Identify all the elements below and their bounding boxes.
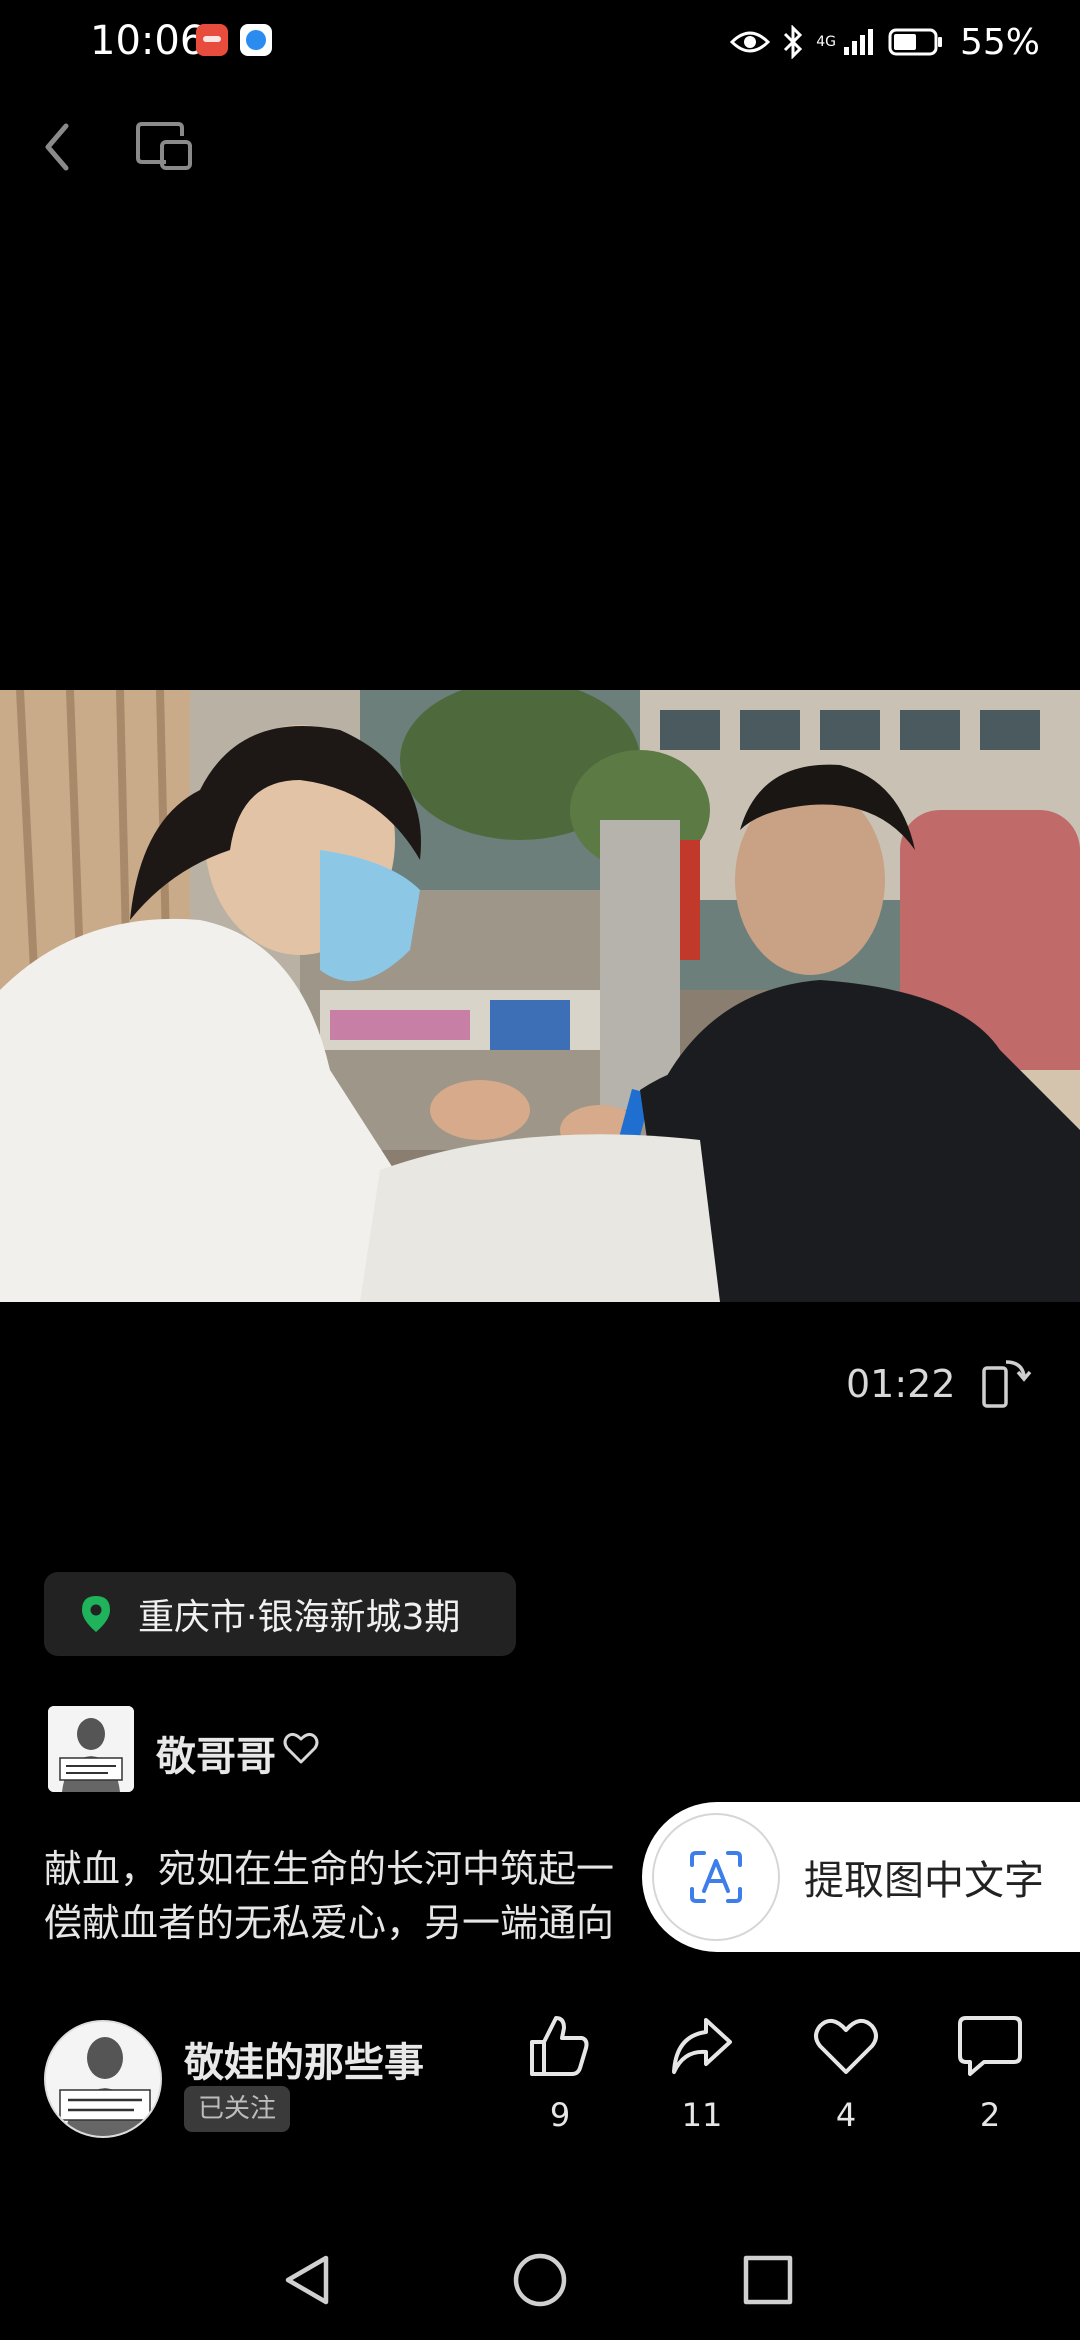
eye-comfort-icon bbox=[730, 31, 771, 53]
comment-bubble-icon bbox=[958, 2016, 1022, 2076]
video-player[interactable] bbox=[0, 680, 1080, 1302]
bluetooth-icon bbox=[784, 25, 803, 59]
screen-cast-button[interactable] bbox=[132, 114, 196, 178]
account-name[interactable]: 敬娃的那些事 bbox=[184, 2030, 424, 2088]
square-recents-icon bbox=[743, 2255, 793, 2305]
text-scan-icon bbox=[690, 1851, 742, 1903]
author-avatar[interactable] bbox=[48, 1706, 134, 1792]
network-type-label: 4G bbox=[816, 34, 836, 50]
account-avatar[interactable] bbox=[44, 2020, 162, 2138]
screen-cast-icon bbox=[136, 122, 192, 170]
favorite-button[interactable]: 4 bbox=[796, 2010, 896, 2134]
circle-home-icon bbox=[513, 2253, 567, 2307]
rotate-screen-icon bbox=[982, 1360, 1032, 1408]
followed-badge[interactable]: 已关注 bbox=[184, 2086, 291, 2132]
status-time: 10:06 bbox=[90, 18, 206, 64]
share-arrow-icon bbox=[672, 2018, 732, 2074]
location-text: 重庆市·银海新城3期 bbox=[138, 1597, 461, 1638]
battery-percent: 55% bbox=[959, 21, 1040, 63]
follow-heart-button[interactable] bbox=[282, 1730, 320, 1766]
share-button[interactable]: 11 bbox=[652, 2010, 752, 2134]
comment-count: 2 bbox=[979, 2096, 1001, 2134]
heart-outline-icon bbox=[283, 1732, 319, 1764]
share-count: 11 bbox=[681, 2096, 723, 2134]
status-bar: 10:06 4G 55% bbox=[0, 0, 1080, 84]
heart-icon bbox=[814, 2018, 878, 2074]
ocr-icon-circle bbox=[652, 1813, 780, 1941]
location-pin-icon bbox=[82, 1596, 110, 1632]
nav-recents-button[interactable] bbox=[738, 2250, 798, 2310]
back-button[interactable] bbox=[30, 112, 90, 182]
like-button[interactable]: 9 bbox=[510, 2010, 610, 2134]
signal-icon bbox=[843, 29, 873, 55]
app-notification-icon bbox=[196, 24, 228, 56]
location-chip[interactable]: 重庆市·银海新城3期 bbox=[44, 1572, 516, 1656]
avatar-image bbox=[48, 1706, 134, 1792]
video-frame-image bbox=[0, 680, 1080, 1302]
video-elapsed-time: 01:22 bbox=[846, 1362, 956, 1406]
author-name[interactable]: 敬哥哥 bbox=[156, 1724, 276, 1782]
comment-button[interactable]: 2 bbox=[940, 2010, 1040, 2134]
like-count: 9 bbox=[549, 2096, 571, 2134]
nav-back-button[interactable] bbox=[278, 2250, 338, 2310]
caption-line-2: 偿献血者的无私爱心，另一端通向 bbox=[44, 1901, 615, 1945]
thumbs-up-icon bbox=[530, 2016, 589, 2076]
post-caption[interactable]: 献血，宛如在生命的长河中筑起一 偿献血者的无私爱心，另一端通向 bbox=[44, 1842, 704, 1950]
account-avatar-image bbox=[46, 2022, 160, 2136]
chevron-left-icon bbox=[45, 123, 69, 171]
battery-icon bbox=[888, 28, 942, 56]
triangle-back-icon bbox=[285, 2255, 329, 2305]
nav-home-button[interactable] bbox=[510, 2250, 570, 2310]
system-navigation-bar bbox=[0, 2230, 1080, 2330]
browser-notification-icon bbox=[240, 24, 272, 56]
extract-text-label: 提取图中文字 bbox=[804, 1858, 1044, 1904]
rotate-screen-button[interactable] bbox=[978, 1352, 1036, 1412]
favorite-count: 4 bbox=[835, 2096, 857, 2134]
extract-text-button[interactable]: 提取图中文字 bbox=[642, 1802, 1080, 1952]
status-icons: 4G 55% bbox=[730, 14, 1040, 70]
caption-line-1: 献血，宛如在生命的长河中筑起一 bbox=[44, 1847, 615, 1891]
